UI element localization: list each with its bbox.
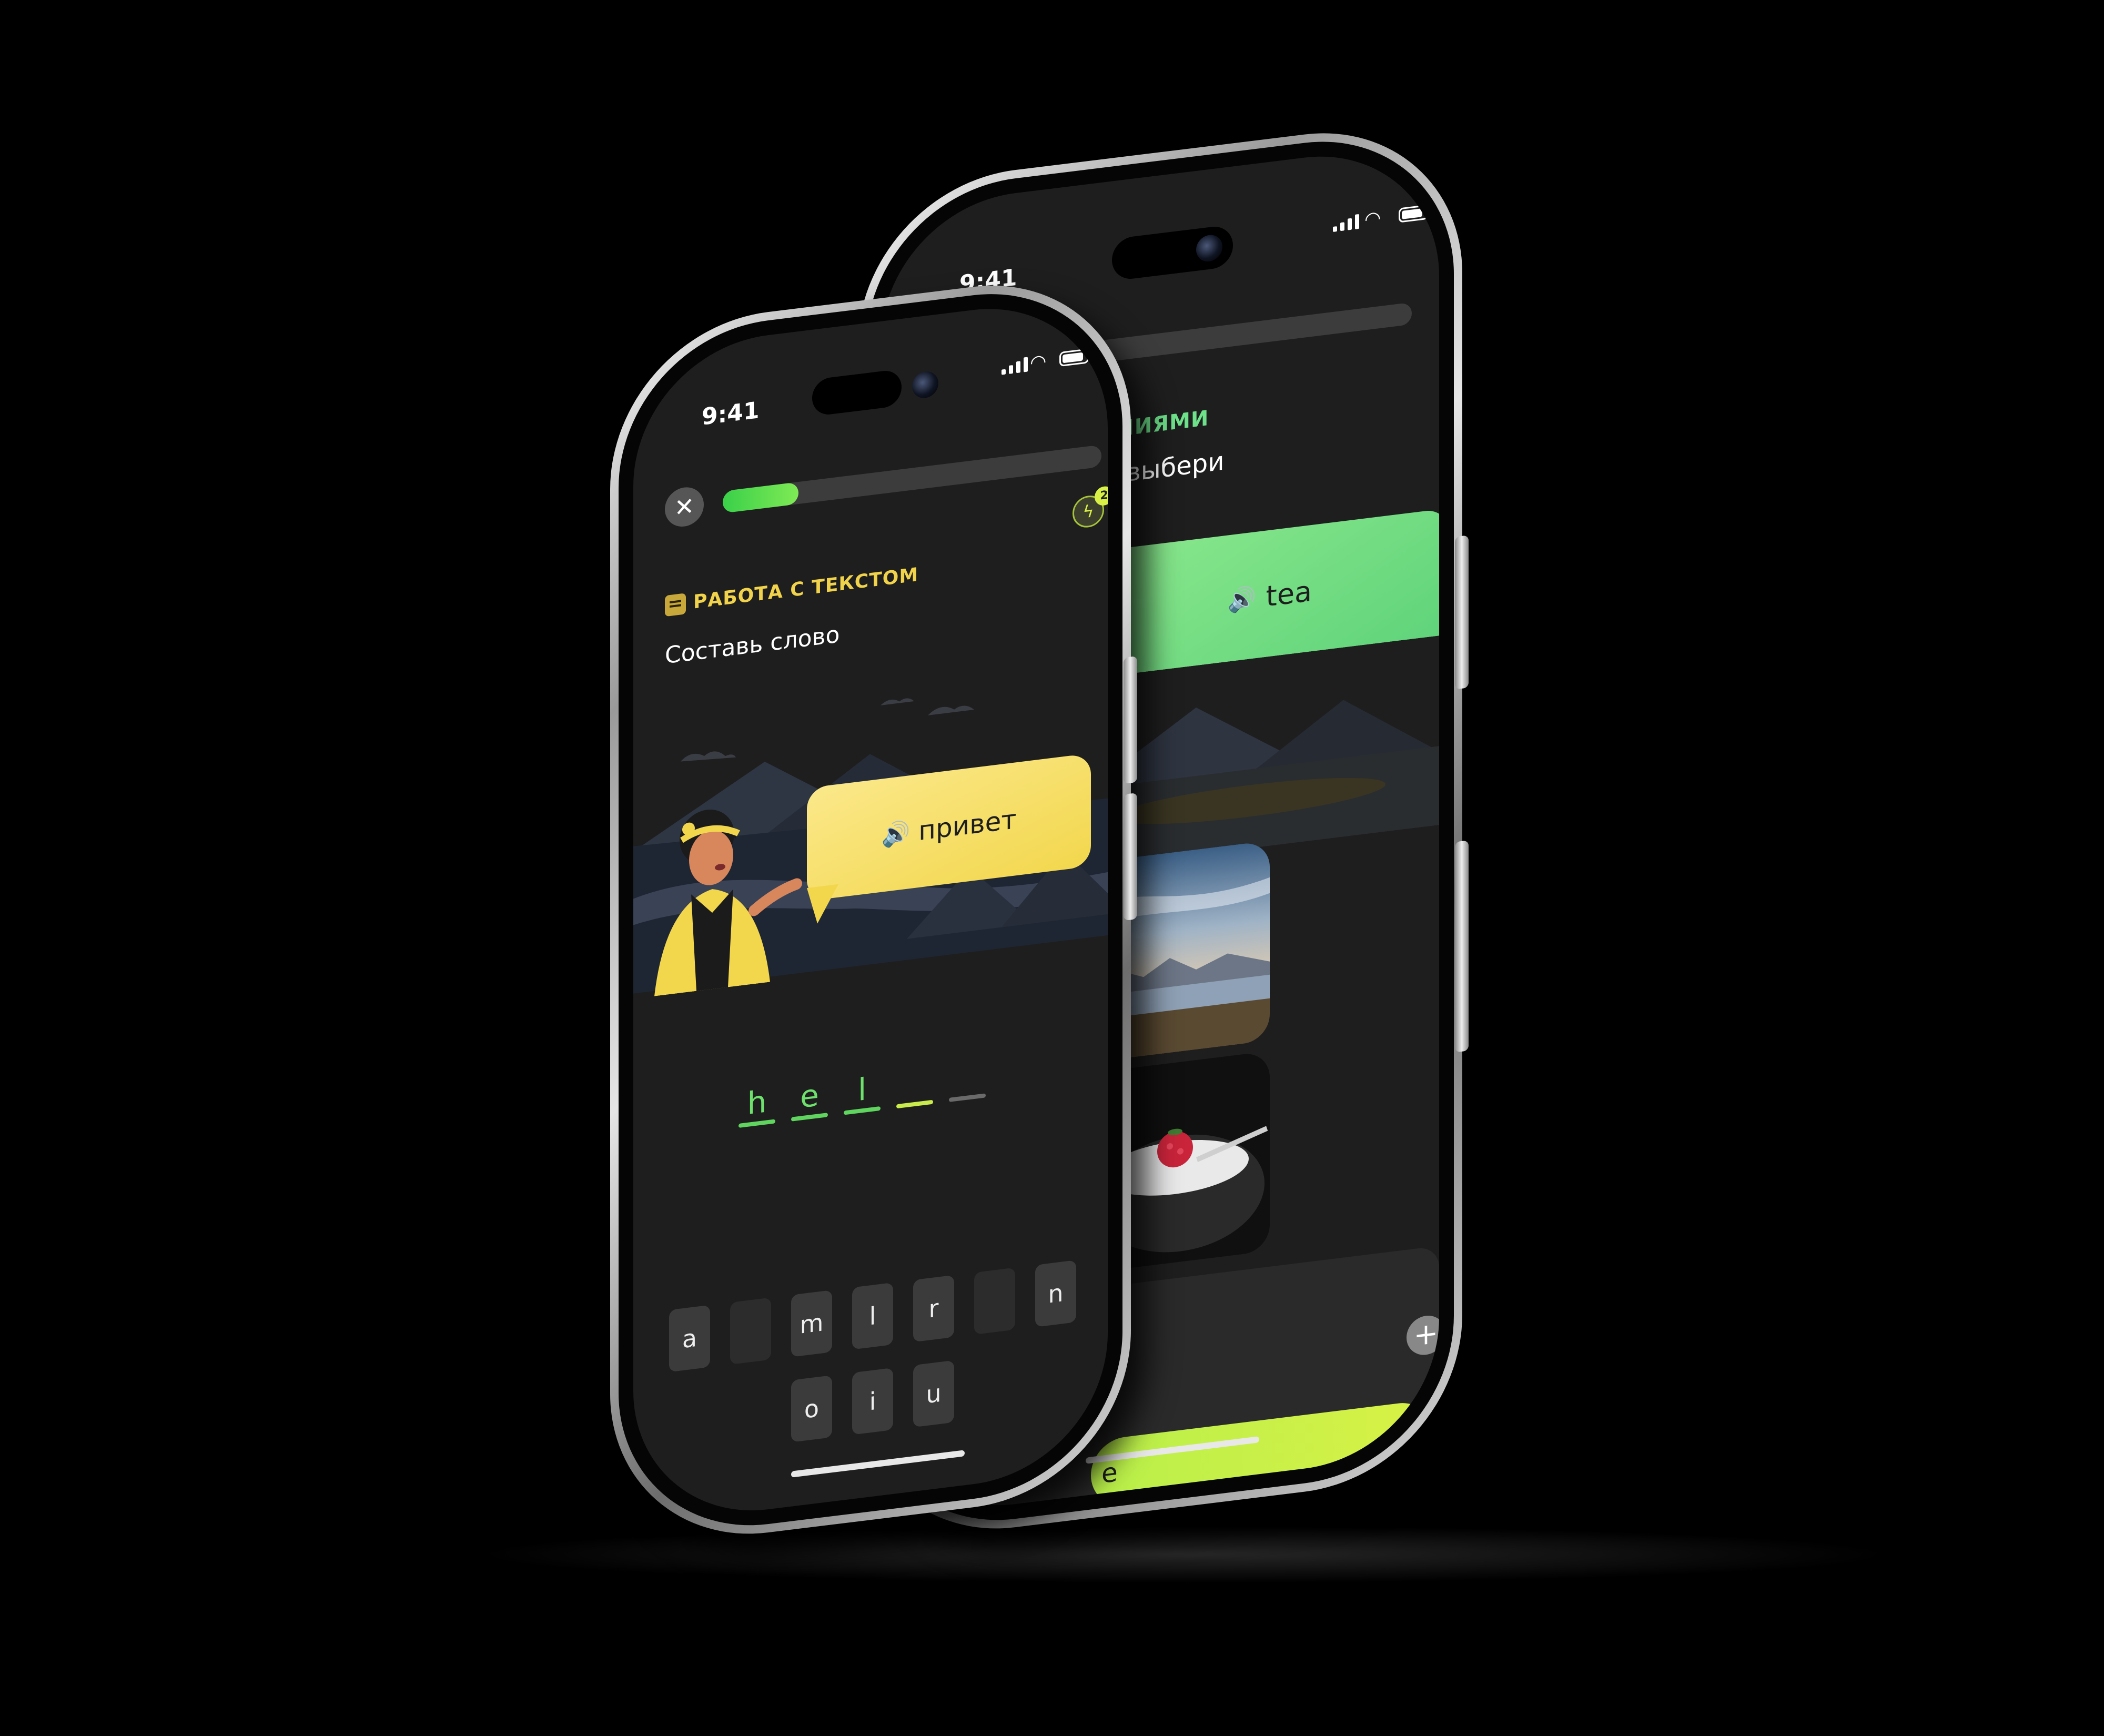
slot-letter: l [857, 1071, 867, 1108]
side-button [1455, 535, 1469, 690]
floor-shadow [473, 1526, 1894, 1583]
answer-slot[interactable]: h [739, 1081, 775, 1128]
answer-slot[interactable]: l [844, 1068, 881, 1115]
close-icon[interactable]: ✕ [665, 485, 704, 529]
hint-button[interactable]: ϟ 2 [1073, 485, 1108, 534]
letter-key[interactable]: r [913, 1275, 954, 1343]
dynamic-island [812, 368, 902, 417]
answer-slots: h e l [739, 1055, 986, 1128]
text-icon [665, 592, 686, 617]
side-button [1455, 840, 1469, 1053]
slot-letter [949, 1055, 986, 1098]
camera-lens [912, 370, 938, 400]
speech-text: привет [918, 803, 1017, 846]
progress-fill [723, 482, 798, 513]
answer-slot[interactable] [896, 1062, 933, 1109]
category-label: РАБОТА С ТЕКСТОМ [693, 564, 919, 613]
side-button [1124, 792, 1137, 921]
letter-key[interactable]: i [852, 1367, 893, 1435]
letter-key[interactable]: n [1035, 1260, 1076, 1327]
wifi-icon: ◠ [1030, 350, 1047, 375]
slot-letter [896, 1062, 933, 1105]
battery-icon [1399, 204, 1428, 223]
progress-bar [723, 445, 1101, 513]
slot-letter: e [800, 1077, 819, 1115]
slot-letter: h [747, 1083, 767, 1122]
answer-slot[interactable]: e [791, 1075, 828, 1122]
answer-slot[interactable] [949, 1055, 986, 1102]
letter-key[interactable]: m [791, 1290, 832, 1357]
signal-icon [1002, 357, 1028, 375]
speaker-icon[interactable]: 🔊 [1228, 584, 1257, 615]
letter-key-used [974, 1267, 1015, 1335]
letter-key-used [730, 1297, 771, 1365]
wifi-icon: ◠ [1364, 207, 1381, 231]
letter-key[interactable]: l [852, 1282, 893, 1350]
letter-key[interactable]: u [913, 1360, 954, 1428]
signal-icon [1333, 214, 1359, 233]
front-phone: 9:41 ◠ ✕ ϟ 2 РАБОТА С ТЕКСТОМ Составь сл… [610, 267, 1137, 1552]
answer-word: tea [1266, 574, 1312, 613]
front-screen: 9:41 ◠ ✕ ϟ 2 РАБОТА С ТЕКСТОМ Составь сл… [633, 293, 1108, 1526]
battery-icon [1059, 348, 1089, 367]
letter-key[interactable]: o [791, 1375, 832, 1442]
speaker-icon[interactable]: 🔊 [881, 818, 910, 849]
letter-keyboard: a m l r n o i u [665, 1259, 1080, 1481]
speech-bubble-tail [807, 884, 838, 925]
side-button [1124, 655, 1137, 784]
letter-key[interactable]: a [669, 1305, 710, 1372]
category-header: РАБОТА С ТЕКСТОМ [665, 564, 918, 617]
status-time: 9:41 [702, 397, 760, 431]
